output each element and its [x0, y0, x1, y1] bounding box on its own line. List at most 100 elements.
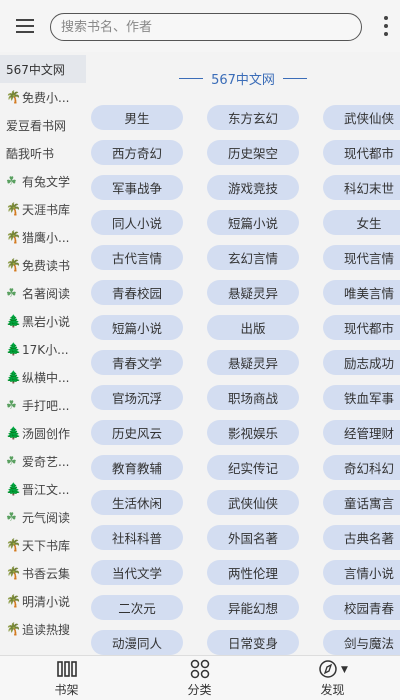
category-button[interactable]: 影视娱乐: [207, 420, 299, 445]
more-options-button[interactable]: [382, 16, 390, 36]
sidebar-item-label: 名著阅读: [22, 286, 71, 301]
category-button[interactable]: 历史风云: [91, 420, 183, 445]
category-button[interactable]: 青春校园: [91, 280, 183, 305]
category-button[interactable]: 奇幻科幻: [323, 455, 400, 480]
sidebar-item-label: 汤圆创作: [22, 426, 71, 441]
category-button[interactable]: 玄幻言情: [207, 245, 299, 270]
tab-category[interactable]: 分类: [133, 656, 266, 700]
category-button[interactable]: 男生: [91, 105, 183, 130]
search-box[interactable]: [50, 13, 362, 41]
category-button[interactable]: 青春文学: [91, 350, 183, 375]
category-button[interactable]: 东方玄幻: [207, 105, 299, 130]
category-button[interactable]: 剑与魔法: [323, 630, 400, 655]
sidebar-item[interactable]: 🌲 黑岩小说: [0, 307, 86, 335]
category-button[interactable]: 现代都市: [323, 315, 400, 340]
category-button[interactable]: 短篇小说: [207, 210, 299, 235]
category-button[interactable]: 武侠仙侠: [207, 490, 299, 515]
sidebar-item[interactable]: 🌴 追读热搜: [0, 615, 86, 643]
sidebar-item[interactable]: 🌴 天涯书库: [0, 195, 86, 223]
category-button[interactable]: 武侠仙侠: [323, 105, 400, 130]
sidebar-item-label: 天下书库: [22, 538, 71, 553]
category-button[interactable]: 二次元: [91, 595, 183, 620]
sidebar-item-label: 天涯书库: [22, 202, 71, 217]
category-button[interactable]: 言情小说: [323, 560, 400, 585]
category-button[interactable]: 历史架空: [207, 140, 299, 165]
category-button[interactable]: 童话寓言: [323, 490, 400, 515]
category-button[interactable]: 经管理财: [323, 420, 400, 445]
top-bar: [0, 0, 400, 52]
sidebar-item[interactable]: ☘ 名著阅读: [0, 279, 86, 307]
menu-button[interactable]: [0, 0, 50, 52]
sidebar-item[interactable]: ☘ 手打吧...: [0, 391, 86, 419]
category-button[interactable]: 当代文学: [91, 560, 183, 585]
clover-icon: ☘: [6, 174, 17, 188]
category-button[interactable]: 日常变身: [207, 630, 299, 655]
category-button[interactable]: 悬疑灵异: [207, 350, 299, 375]
compass-icon: [319, 660, 337, 678]
tree-icon: 🌲: [6, 370, 21, 384]
search-input[interactable]: [51, 14, 361, 40]
sidebar-item[interactable]: 🌲 汤圆创作: [0, 419, 86, 447]
category-button[interactable]: 现代言情: [323, 245, 400, 270]
source-sidebar: 567中文网 🌴 免费小... 爱豆看书网 酷我听书 ☘ 有兔文学 🌴 天涯书库 🌴 猎鹰小... 🌴…: [0, 55, 86, 655]
category-icon: [190, 659, 209, 679]
category-button[interactable]: 生活休闲: [91, 490, 183, 515]
category-button[interactable]: 军事战争: [91, 175, 183, 200]
sidebar-item-label: 书香云集: [22, 566, 71, 581]
bottom-nav: 书架 分类 ▼ 发现: [0, 655, 400, 700]
category-button[interactable]: 教育教辅: [91, 455, 183, 480]
category-button[interactable]: 职场商战: [207, 385, 299, 410]
sidebar-item[interactable]: 🌴 免费小...: [0, 83, 86, 111]
category-button[interactable]: 官场沉浮: [91, 385, 183, 410]
category-button[interactable]: 异能幻想: [207, 595, 299, 620]
category-button[interactable]: 校园青春: [323, 595, 400, 620]
tab-discover-label: 发现: [320, 683, 345, 697]
clover-icon: ☘: [6, 454, 17, 468]
category-button[interactable]: 同人小说: [91, 210, 183, 235]
sidebar-item[interactable]: 567中文网: [0, 55, 86, 83]
sidebar-item[interactable]: ☘ 元气阅读: [0, 503, 86, 531]
category-button[interactable]: 社科科普: [91, 525, 183, 550]
section-title: 567中文网: [86, 69, 400, 88]
category-button[interactable]: 古代言情: [91, 245, 183, 270]
category-grid: 男生 东方玄幻 武侠仙侠 西方奇幻 历史架空 现代都市 军事战争 游戏竞技 科幻末世 同人小说 短篇…: [91, 105, 400, 655]
category-button[interactable]: 西方奇幻: [91, 140, 183, 165]
section-title-text: 567中文网: [211, 73, 275, 88]
category-button[interactable]: 悬疑灵异: [207, 280, 299, 305]
sidebar-item[interactable]: 🌲 晋江文...: [0, 475, 86, 503]
palm-icon: 🌴: [6, 90, 21, 104]
category-button[interactable]: 短篇小说: [91, 315, 183, 340]
palm-icon: 🌴: [6, 538, 21, 552]
sidebar-item[interactable]: 🌴 书香云集: [0, 559, 86, 587]
category-button[interactable]: 科幻末世: [323, 175, 400, 200]
category-button[interactable]: 古典名著: [323, 525, 400, 550]
category-button[interactable]: 外国名著: [207, 525, 299, 550]
sidebar-item[interactable]: ☘ 有兔文学: [0, 167, 86, 195]
category-button[interactable]: 动漫同人: [91, 630, 183, 655]
sidebar-item-label: 猎鹰小...: [22, 230, 70, 245]
category-button[interactable]: 纪实传记: [207, 455, 299, 480]
sidebar-item[interactable]: 🌴 天下书库: [0, 531, 86, 559]
tab-bookshelf[interactable]: 书架: [0, 656, 133, 700]
menu-icon: [16, 19, 34, 33]
sidebar-item[interactable]: 爱豆看书网: [0, 111, 86, 139]
sidebar-item-label: 追读热搜: [22, 622, 71, 637]
category-button[interactable]: 唯美言情: [323, 280, 400, 305]
sidebar-item[interactable]: ☘ 爱奇艺...: [0, 447, 86, 475]
sidebar-item[interactable]: 🌲 纵横中...: [0, 363, 86, 391]
sidebar-item[interactable]: 🌴 明清小说: [0, 587, 86, 615]
sidebar-item[interactable]: 🌴 免费读书: [0, 251, 86, 279]
category-button[interactable]: 两性伦理: [207, 560, 299, 585]
sidebar-item[interactable]: 🌲 17K小...: [0, 335, 86, 363]
category-button[interactable]: 出版: [207, 315, 299, 340]
tab-discover[interactable]: ▼ 发现: [266, 656, 399, 700]
category-button[interactable]: 铁血军事: [323, 385, 400, 410]
sidebar-item-label: 爱奇艺...: [22, 454, 70, 469]
category-button[interactable]: 现代都市: [323, 140, 400, 165]
sidebar-item[interactable]: 酷我听书: [0, 139, 86, 167]
category-button[interactable]: 励志成功: [323, 350, 400, 375]
category-button[interactable]: 女生: [323, 210, 400, 235]
sidebar-item[interactable]: 🌴 猎鹰小...: [0, 223, 86, 251]
category-button[interactable]: 游戏竞技: [207, 175, 299, 200]
sidebar-item-label: 免费读书: [22, 258, 71, 273]
